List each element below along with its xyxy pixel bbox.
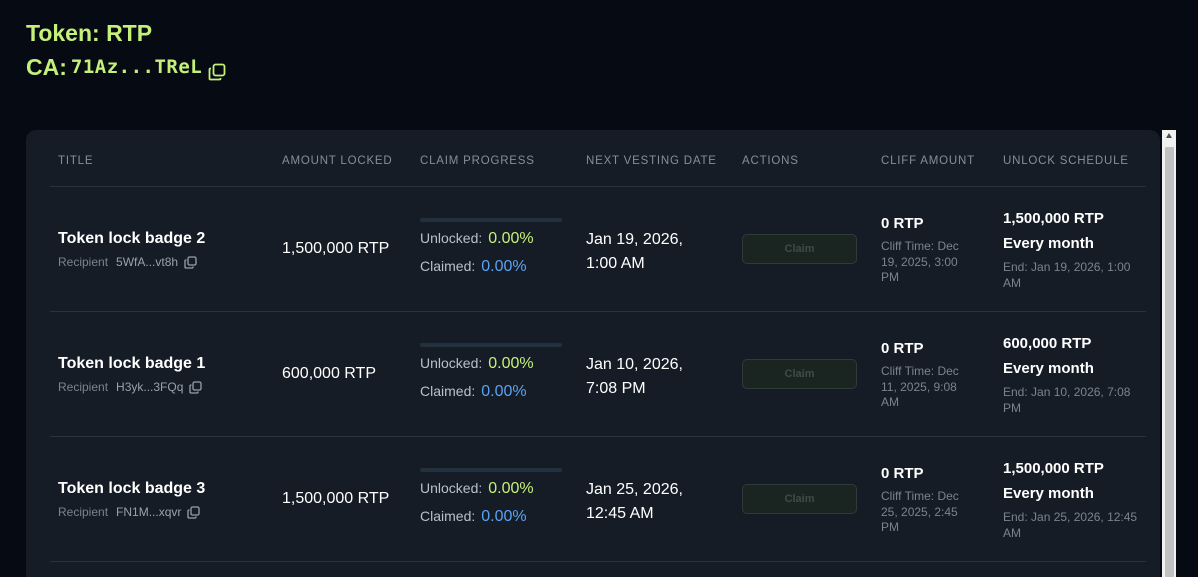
unlock-amount: 1,500,000 RTP xyxy=(1003,460,1104,477)
unlocked-value: 0.00% xyxy=(488,355,534,372)
recipient-label: Recipient xyxy=(58,380,109,394)
table-row: Token lock badge 2 Recipient 5WfA...vt8h… xyxy=(50,187,1146,312)
claimed-value: 0.00% xyxy=(481,383,527,400)
token-header: Token: RTP CA: 71Az...TReL xyxy=(26,18,226,82)
lock-title: Token lock badge 1 xyxy=(58,355,206,372)
recipient-line: Recipient 5WfA...vt8h xyxy=(58,255,197,269)
claimed-line: Claimed: 0.00% xyxy=(420,508,527,526)
next-vesting-date: Jan 19, 2026, 1:00 AM xyxy=(586,231,683,272)
claim-button[interactable]: Claim xyxy=(742,484,857,514)
recipient-line: Recipient H3yk...3FQq xyxy=(58,380,203,394)
claimed-line: Claimed: 0.00% xyxy=(420,383,527,401)
copy-icon[interactable] xyxy=(187,505,201,519)
claim-button[interactable]: Claim xyxy=(742,359,857,389)
recipient-address: H3yk...3FQq xyxy=(116,380,184,394)
claimed-line: Claimed: 0.00% xyxy=(420,258,527,276)
next-vesting-date: Jan 10, 2026, 7:08 PM xyxy=(586,356,683,397)
scroll-up-arrow-icon[interactable] xyxy=(1166,133,1172,138)
unlocked-line: Unlocked: 0.00% xyxy=(420,355,534,373)
copy-icon[interactable] xyxy=(184,255,197,269)
lock-title: Token lock badge 3 xyxy=(58,480,206,497)
unlocked-label: Unlocked: xyxy=(420,355,483,371)
claimed-value: 0.00% xyxy=(481,258,527,275)
column-header-actions: ACTIONS xyxy=(742,155,799,167)
unlock-frequency: Every month xyxy=(1003,360,1094,377)
claimed-value: 0.00% xyxy=(481,508,527,525)
ca-label: CA: xyxy=(26,54,67,80)
column-header-claim-progress: CLAIM PROGRESS xyxy=(420,155,535,167)
contract-address-line: CA: 71Az...TReL xyxy=(26,52,226,82)
column-header-amount-locked: AMOUNT LOCKED xyxy=(282,155,393,167)
recipient-line: Recipient FN1M...xqvr xyxy=(58,505,201,519)
claimed-label: Claimed: xyxy=(420,508,476,524)
cliff-time: Cliff Time: Dec 25, 2025, 2:45 PM xyxy=(881,489,959,534)
cliff-time: Cliff Time: Dec 19, 2025, 3:00 PM xyxy=(881,239,959,284)
cliff-time: Cliff Time: Dec 11, 2025, 9:08 AM xyxy=(881,364,959,409)
recipient-label: Recipient xyxy=(58,505,109,519)
column-header-cliff-amount: CLIFF AMOUNT xyxy=(881,155,975,167)
column-header-title: TITLE xyxy=(58,155,94,167)
lock-title: Token lock badge 2 xyxy=(58,230,206,247)
cliff-amount: 0 RTP xyxy=(881,215,924,232)
unlock-amount: 600,000 RTP xyxy=(1003,335,1092,352)
unlocked-label: Unlocked: xyxy=(420,230,483,246)
copy-icon[interactable] xyxy=(189,380,203,394)
unlock-frequency: Every month xyxy=(1003,485,1094,502)
claimed-label: Claimed: xyxy=(420,383,476,399)
claimed-label: Claimed: xyxy=(420,258,476,274)
unlock-end-date: End: Jan 10, 2026, 7:08 PM xyxy=(1003,385,1131,415)
unlock-end-date: End: Jan 19, 2026, 1:00 AM xyxy=(1003,260,1131,290)
recipient-label: Recipient xyxy=(58,255,109,269)
scrollbar-thumb[interactable] xyxy=(1165,147,1174,577)
unlock-end-date: End: Jan 25, 2026, 12:45 AM xyxy=(1003,510,1138,540)
cliff-amount: 0 RTP xyxy=(881,340,924,357)
token-title: Token: RTP xyxy=(26,20,153,46)
token-locks-table: TITLE AMOUNT LOCKED CLAIM PROGRESS NEXT … xyxy=(26,130,1160,577)
table-row: Token lock badge 1 Recipient H3yk...3FQq… xyxy=(50,312,1146,437)
unlocked-line: Unlocked: 0.00% xyxy=(420,480,534,498)
ca-address: 71Az...TReL xyxy=(70,56,203,78)
table-header: TITLE AMOUNT LOCKED CLAIM PROGRESS NEXT … xyxy=(50,130,1146,187)
unlock-frequency: Every month xyxy=(1003,235,1094,252)
table-row: Token lock badge 3 Recipient FN1M...xqvr… xyxy=(50,437,1146,562)
copy-icon[interactable] xyxy=(208,58,226,81)
column-header-next-vesting-date: NEXT VESTING DATE xyxy=(586,155,717,167)
unlocked-value: 0.00% xyxy=(488,230,534,247)
unlock-amount: 1,500,000 RTP xyxy=(1003,210,1104,227)
cliff-amount: 0 RTP xyxy=(881,465,924,482)
amount-locked: 1,500,000 RTP xyxy=(282,490,390,507)
column-header-unlock-schedule: UNLOCK SCHEDULE xyxy=(1003,155,1129,167)
claim-progress-bar xyxy=(420,468,562,472)
unlocked-label: Unlocked: xyxy=(420,480,483,496)
claim-button[interactable]: Claim xyxy=(742,234,857,264)
amount-locked: 1,500,000 RTP xyxy=(282,240,390,257)
unlocked-value: 0.00% xyxy=(488,480,534,497)
recipient-address: 5WfA...vt8h xyxy=(116,255,179,269)
next-vesting-date: Jan 25, 2026, 12:45 AM xyxy=(586,481,683,522)
claim-progress-bar xyxy=(420,343,562,347)
claim-progress-bar xyxy=(420,218,562,222)
unlocked-line: Unlocked: 0.00% xyxy=(420,230,534,248)
recipient-address: FN1M...xqvr xyxy=(116,505,182,519)
amount-locked: 600,000 RTP xyxy=(282,365,376,382)
